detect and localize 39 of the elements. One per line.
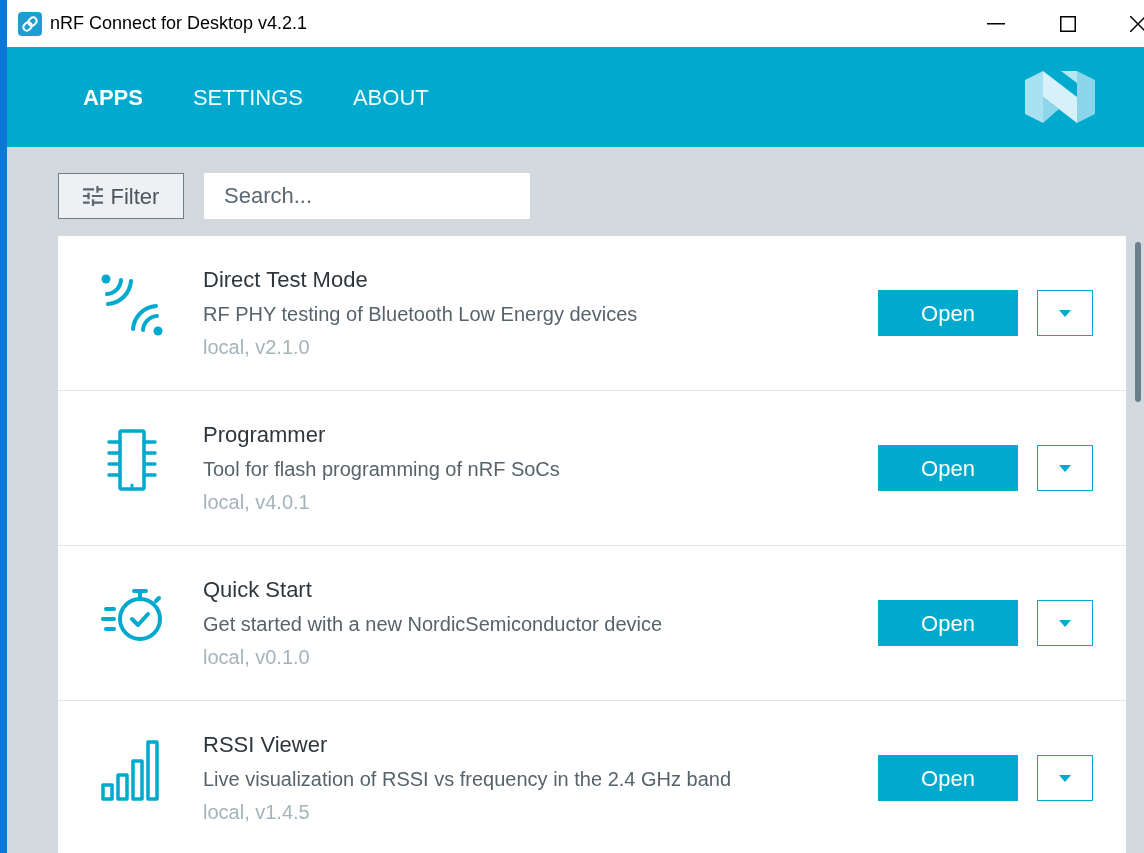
caret-icon xyxy=(1059,774,1071,782)
caret-icon xyxy=(1059,464,1071,472)
app-description: RF PHY testing of Bluetooth Low Energy devices xyxy=(203,302,639,327)
chip-icon xyxy=(106,428,158,492)
app-logo-icon xyxy=(18,11,42,36)
app-description: Live visualization of RSSI vs frequency in the 2.4 GHz band xyxy=(203,767,733,792)
app-description: Tool for flash programming of nRF SoCs xyxy=(203,457,561,482)
nav-tab[interactable]: ABOUT xyxy=(352,80,429,114)
app-name: Quick Start xyxy=(203,576,313,604)
search-field[interactable]: Search... xyxy=(204,173,530,219)
scrollbar-thumb[interactable] xyxy=(1135,242,1141,402)
caret-icon xyxy=(1059,309,1071,317)
maximize-icon xyxy=(1060,15,1076,32)
app-name: Direct Test Mode xyxy=(203,266,369,294)
app-source: local, v4.0.1 xyxy=(203,490,311,515)
nav-tab[interactable]: APPS xyxy=(83,80,143,114)
caret-icon xyxy=(1059,619,1071,627)
open-button[interactable]: Open xyxy=(878,755,1018,801)
dropdown-button[interactable] xyxy=(1037,445,1093,491)
stopwatch-icon xyxy=(100,587,164,643)
app-name: RSSI Viewer xyxy=(203,731,329,759)
dropdown-button[interactable] xyxy=(1037,755,1093,801)
open-button[interactable]: Open xyxy=(878,290,1018,336)
app-source: local, v1.4.5 xyxy=(203,800,311,825)
dropdown-button[interactable] xyxy=(1037,600,1093,646)
open-button[interactable]: Open xyxy=(878,445,1018,491)
app-name: Programmer xyxy=(203,421,327,449)
dropdown-button[interactable] xyxy=(1037,290,1093,336)
minimize-icon xyxy=(987,22,1005,25)
app-source: local, v2.1.0 xyxy=(203,335,311,360)
filter-button[interactable]: Filter xyxy=(58,173,184,219)
window-title: nRF Connect for Desktop v4.2.1 xyxy=(50,12,309,35)
sliders-icon xyxy=(82,186,103,206)
close-icon xyxy=(1130,15,1144,32)
app-source: local, v0.1.0 xyxy=(203,645,311,670)
open-button[interactable]: Open xyxy=(878,600,1018,646)
app-description: Get started with a new NordicSemiconductor device xyxy=(203,612,664,637)
signal-waves-icon xyxy=(100,273,164,337)
nav-tab[interactable]: SETTINGS xyxy=(192,80,303,114)
